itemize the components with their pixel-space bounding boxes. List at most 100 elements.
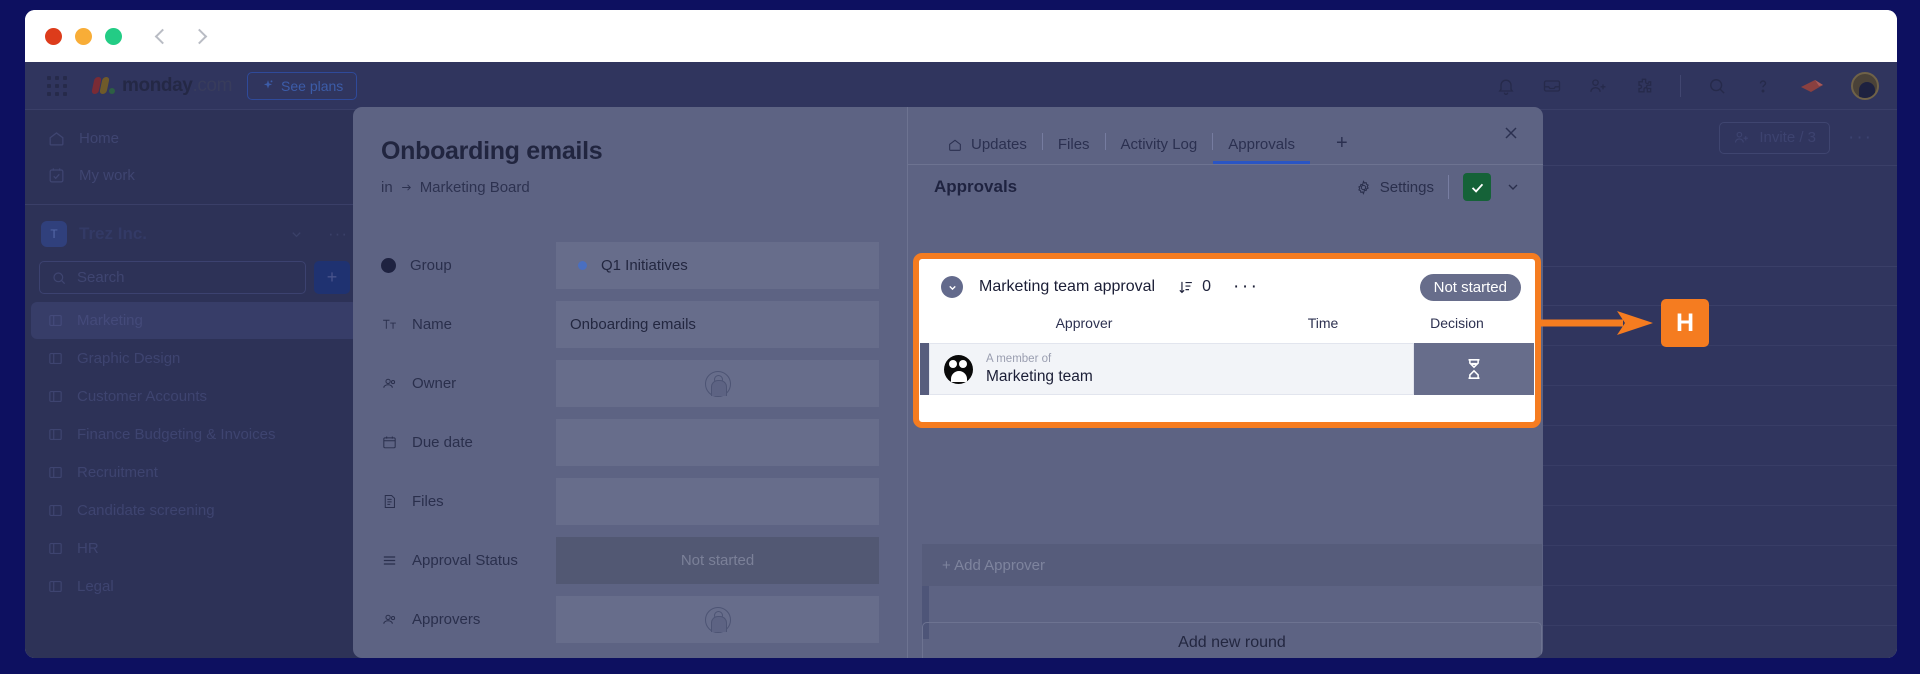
approvals-title: Approvals [934, 177, 1018, 196]
sidebar-board-customer-accounts[interactable]: Customer Accounts [31, 378, 358, 415]
profile-avatar[interactable] [1851, 71, 1879, 100]
callout-arrow-icon [1537, 311, 1653, 335]
approver-text: A member of Marketing team [986, 352, 1093, 386]
modal-tabs: Updates Files Activity Log Approvals + [908, 107, 1543, 165]
tab-label: Activity Log [1120, 136, 1198, 153]
board-icon [49, 390, 62, 403]
invite-member-icon[interactable] [1588, 76, 1608, 96]
tab-updates[interactable]: Updates [932, 136, 1042, 164]
board-icon [49, 352, 62, 365]
chevron-down-icon[interactable] [289, 227, 304, 242]
field-value-name[interactable]: Onboarding emails [556, 301, 879, 348]
sidebar-item-my-work[interactable]: My work [31, 157, 358, 194]
tab-label: Files [1057, 136, 1090, 153]
whats-new-icon[interactable] [1799, 76, 1825, 96]
modal-right-panel: Updates Files Activity Log Approvals + A… [907, 107, 1543, 658]
field-value-approval-status[interactable]: Not started [556, 537, 879, 584]
approver-row[interactable]: A member of Marketing team [920, 343, 1534, 395]
sidebar-item-label: Home [79, 130, 120, 147]
decision-cell[interactable] [1414, 343, 1534, 395]
sidebar-board-marketing[interactable]: Marketing [31, 302, 358, 339]
tab-label: Updates [971, 136, 1027, 153]
search-icon[interactable] [1707, 76, 1727, 96]
chevron-down-icon[interactable] [1505, 179, 1521, 195]
chevron-down-icon [948, 285, 956, 290]
sidebar-board-label: Finance Budgeting & Invoices [77, 426, 276, 443]
tab-files[interactable]: Files [1043, 136, 1105, 164]
sidebar-board-candidate-screening[interactable]: Candidate screening [31, 492, 358, 529]
minimize-window-button[interactable] [75, 27, 92, 45]
sidebar-board-graphic-design[interactable]: Graphic Design [31, 340, 358, 377]
group-color-dot [578, 261, 587, 270]
inbox-icon[interactable] [1542, 76, 1562, 96]
monday-logo[interactable]: monday.com [91, 75, 232, 97]
see-plans-button[interactable]: See plans [247, 71, 358, 100]
sidebar-board-recruitment[interactable]: Recruitment [31, 454, 358, 491]
field-value-owner[interactable] [556, 360, 879, 407]
sort-descending-icon[interactable] [1177, 279, 1194, 296]
group-dot-icon [381, 258, 396, 273]
settings-button[interactable]: Settings [1355, 179, 1434, 196]
field-owner: Owner [381, 360, 907, 407]
add-board-button[interactable]: + [314, 261, 350, 294]
green-check-icon[interactable] [1463, 173, 1491, 201]
sidebar-item-label: My work [79, 167, 135, 184]
approver-subtitle: A member of [986, 353, 1052, 366]
field-value-due-date[interactable] [556, 419, 879, 466]
status-badge: Not started [1419, 273, 1521, 301]
maximize-window-button[interactable] [105, 27, 122, 45]
close-icon[interactable] [1501, 123, 1521, 143]
monday-app: monday.com See plans Home My work T Trez… [25, 62, 1897, 658]
approval-round-name[interactable]: Marketing team approval [979, 278, 1155, 296]
field-group: Group Q1 Initiatives [381, 242, 907, 289]
sparkle-icon [263, 79, 273, 89]
apps-puzzle-icon[interactable] [1634, 76, 1654, 96]
board-icon [49, 542, 62, 555]
field-label-text: Due date [412, 434, 473, 451]
approval-round-more-icon[interactable]: ··· [1233, 276, 1259, 298]
column-header-decision: Decision [1430, 315, 1484, 331]
sidebar-board-finance[interactable]: Finance Budgeting & Invoices [31, 416, 358, 453]
search-input[interactable]: Search [39, 261, 306, 294]
notifications-bell-icon[interactable] [1496, 76, 1516, 96]
breadcrumb-board[interactable]: Marketing Board [420, 179, 530, 196]
sidebar-board-legal[interactable]: Legal [31, 568, 358, 605]
field-value-group[interactable]: Q1 Initiatives [556, 242, 879, 289]
add-new-round-button[interactable]: Add new round [922, 622, 1542, 658]
tab-activity-log[interactable]: Activity Log [1106, 136, 1213, 164]
field-value-files[interactable] [556, 478, 879, 525]
browser-window: monday.com See plans Home My work T Trez… [25, 10, 1897, 658]
sidebar-board-label: Customer Accounts [77, 388, 208, 405]
back-arrow-icon[interactable] [154, 28, 171, 44]
row-accent-bar [920, 343, 929, 395]
toolbar-divider [1680, 74, 1681, 97]
status-lines-icon [383, 556, 396, 565]
sidebar-item-home[interactable]: Home [31, 120, 358, 157]
close-window-button[interactable] [45, 27, 62, 45]
add-tab-button[interactable]: + [1336, 132, 1348, 164]
workspace-more-icon[interactable]: ··· [328, 224, 348, 244]
field-label-text: Name [412, 316, 453, 333]
sidebar-board-hr[interactable]: HR [31, 530, 358, 567]
hourglass-icon [1468, 359, 1480, 379]
board-more-icon[interactable]: ··· [1848, 127, 1873, 149]
help-question-icon[interactable] [1753, 76, 1773, 96]
check-icon [1471, 183, 1483, 193]
tab-approvals[interactable]: Approvals [1213, 136, 1310, 164]
invite-button[interactable]: Invite / 3 [1719, 121, 1831, 154]
app-top-bar: monday.com See plans [25, 62, 1897, 110]
add-approver-button[interactable]: + Add Approver [922, 544, 1542, 586]
collapse-round-icon[interactable] [941, 276, 963, 298]
board-icon [49, 580, 62, 593]
people-icon [383, 614, 396, 624]
workspace-selector[interactable]: T Trez Inc. ··· [25, 217, 364, 251]
text-icon [383, 319, 396, 329]
round-count-value: 0 [1202, 278, 1211, 295]
approver-info[interactable]: A member of Marketing team [929, 343, 1414, 395]
invite-member-icon [1735, 131, 1749, 143]
apps-grid-icon[interactable] [47, 75, 67, 96]
forward-arrow-icon[interactable] [191, 28, 208, 44]
home-icon [49, 132, 64, 146]
people-icon [383, 378, 396, 388]
field-value-approvers[interactable] [556, 596, 879, 643]
